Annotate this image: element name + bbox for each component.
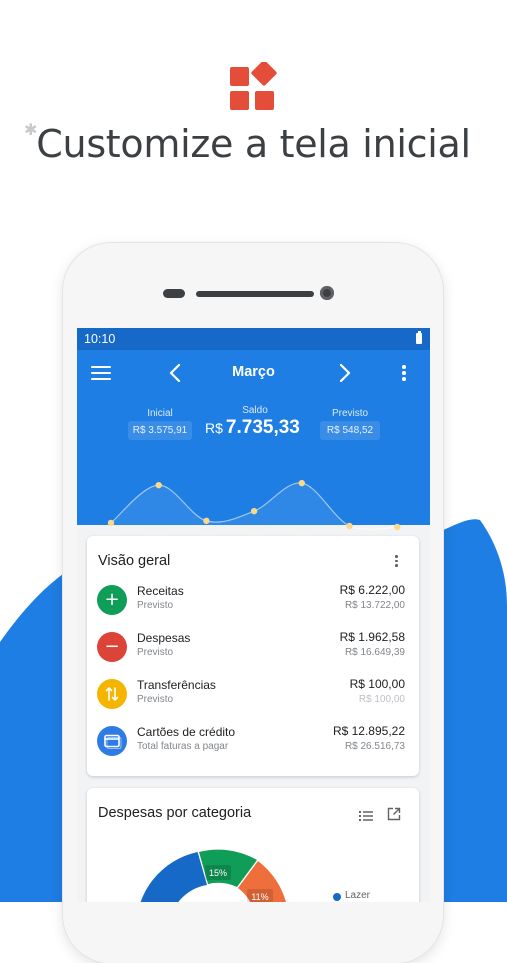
month-title[interactable]: Março — [77, 364, 430, 380]
overview-row-transfers[interactable]: Transferências Previsto R$ 100,00 R$ 100… — [87, 673, 419, 717]
status-bar: 10:10 — [77, 328, 430, 350]
overview-row-credit-cards[interactable]: Cartões de crédito Total faturas a pagar… — [87, 720, 419, 764]
status-time: 10:10 — [84, 332, 116, 346]
overview-row-expenses[interactable]: − Despesas Previsto R$ 1.962,58 R$ 16.64… — [87, 626, 419, 670]
donut-label-orange: 11% — [251, 892, 268, 902]
balance-value: R$ 7.735,33 — [205, 417, 300, 439]
battery-icon — [416, 331, 422, 344]
overview-more-icon[interactable] — [395, 555, 398, 568]
chart-point[interactable] — [203, 517, 210, 525]
app-header: Março Inicial R$ 3.575,91 Saldo R$ 7.735,… — [77, 350, 430, 545]
initial-value: R$ 3.575,91 — [128, 421, 192, 440]
legend-dot-leisure — [333, 893, 341, 901]
phone-sensor — [163, 289, 185, 298]
promo-title: Customize a tela inicial — [36, 122, 471, 166]
row-forecast-value: R$ 13.722,00 — [344, 600, 405, 611]
balance-line-chart: 06/0307/0308/0309/0310/0311/0312/03 — [99, 479, 409, 545]
app-logo-icon — [230, 62, 277, 110]
chart-point[interactable] — [298, 479, 305, 487]
open-in-new-icon[interactable] — [387, 807, 401, 821]
more-options-icon[interactable] — [402, 365, 406, 383]
row-title: Transferências — [137, 678, 216, 692]
chevron-right-icon — [339, 363, 351, 383]
balance-label: Saldo — [242, 405, 268, 416]
row-value: R$ 12.895,22 — [332, 724, 405, 738]
phone-screen: 10:10 Março Inicial R$ 3.575,91 Saldo R$… — [77, 328, 430, 902]
category-donut-chart: 15% 11% — [140, 849, 286, 902]
donut-label-green: 15% — [209, 868, 227, 878]
chart-point[interactable] — [107, 519, 115, 527]
overview-card: Visão geral + Receitas Previsto R$ 6.222… — [87, 536, 419, 776]
row-value: R$ 6.222,00 — [339, 583, 405, 597]
row-forecast-value: R$ 100,00 — [358, 694, 405, 705]
row-subtitle: Total faturas a pagar — [137, 741, 229, 752]
chart-point[interactable] — [250, 507, 258, 515]
row-title: Receitas — [137, 584, 184, 598]
expenses-by-category-title: Despesas por categoria — [98, 805, 252, 821]
donut-slice-blue — [140, 852, 207, 902]
phone-speaker — [196, 291, 314, 297]
chart-point[interactable] — [346, 522, 353, 530]
expenses-by-category-card: Despesas por categoria 15% 11% Lazer — [87, 788, 419, 902]
overview-row-income[interactable]: + Receitas Previsto R$ 6.222,00 R$ 13.72… — [87, 579, 419, 623]
row-title: Despesas — [137, 631, 191, 645]
swap-icon — [97, 679, 127, 709]
credit-card-icon — [97, 726, 127, 756]
balance-amount: 7.735,33 — [225, 417, 300, 438]
phone-camera — [320, 286, 334, 300]
chart-point[interactable] — [394, 523, 401, 531]
chart-point[interactable] — [155, 481, 162, 489]
balance-currency: R$ — [205, 420, 223, 436]
overview-title: Visão geral — [98, 553, 171, 569]
forecast-value: R$ 548,52 — [320, 421, 380, 440]
row-forecast-value: R$ 26.516,73 — [344, 741, 405, 752]
chart-area — [111, 482, 398, 530]
legend-label-leisure: Lazer — [345, 890, 371, 901]
row-value: R$ 1.962,58 — [339, 630, 405, 644]
row-subtitle: Previsto — [137, 600, 174, 611]
next-month-button[interactable] — [335, 360, 355, 386]
forecast-label: Previsto — [331, 408, 369, 419]
list-icon[interactable] — [359, 810, 373, 822]
row-value: R$ 100,00 — [349, 677, 405, 691]
plus-icon: + — [97, 585, 127, 615]
row-subtitle: Previsto — [137, 647, 174, 658]
row-title: Cartões de crédito — [137, 725, 236, 739]
row-forecast-value: R$ 16.649,39 — [344, 647, 405, 658]
row-subtitle: Previsto — [137, 694, 174, 705]
minus-icon: − — [97, 632, 127, 662]
initial-label: Inicial — [147, 408, 173, 419]
